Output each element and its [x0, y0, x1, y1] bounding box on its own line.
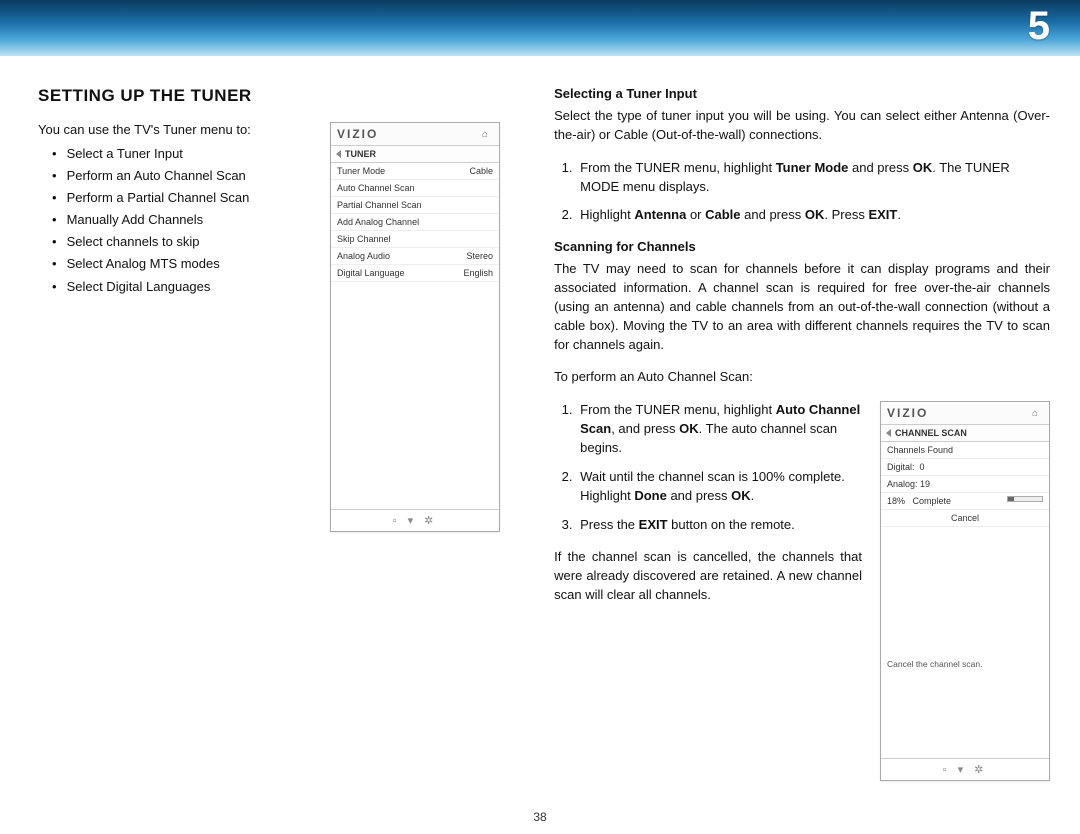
feature-list: Select a Tuner Input Perform an Auto Cha… [46, 143, 300, 298]
home-icon: ⌂ [482, 129, 493, 140]
subheading: Selecting a Tuner Input [554, 86, 1050, 101]
paragraph: To perform an Auto Channel Scan: [554, 368, 1050, 387]
menu-row: Auto Channel Scan [331, 180, 499, 197]
brand-logo: VIZIO [337, 127, 378, 141]
left-column: SETTING UP THE TUNER You can use the TV'… [38, 86, 504, 781]
list-item: Select Analog MTS modes [46, 253, 300, 275]
chapter-number: 5 [1028, 4, 1050, 49]
breadcrumb: CHANNEL SCAN [881, 425, 1049, 442]
list-item: Perform an Auto Channel Scan [46, 165, 300, 187]
channel-scan-panel: VIZIO ⌂ CHANNEL SCAN Channels Found Digi… [880, 401, 1050, 781]
step: Wait until the channel scan is 100% comp… [576, 468, 862, 506]
step: From the TUNER menu, highlight Auto Chan… [576, 401, 862, 458]
list-item: Select Digital Languages [46, 276, 300, 298]
back-icon [886, 429, 891, 437]
menu-header: VIZIO ⌂ [331, 123, 499, 146]
menu-row: Digital LanguageEnglish [331, 265, 499, 282]
menu-row: Digital: 0 [881, 459, 1049, 476]
paragraph: If the channel scan is cancelled, the ch… [554, 548, 862, 605]
menu-row: Channels Found [881, 442, 1049, 459]
step: Press the EXIT button on the remote. [576, 516, 862, 535]
menu-footer-icons: ▫ ▾ ✲ [331, 509, 499, 531]
menu-row: Skip Channel [331, 231, 499, 248]
right-column: Selecting a Tuner Input Select the type … [554, 86, 1050, 781]
page-content: SETTING UP THE TUNER You can use the TV'… [0, 56, 1080, 791]
step: Highlight Antenna or Cable and press OK.… [576, 206, 1050, 225]
intro-text: You can use the TV's Tuner menu to: [38, 122, 300, 137]
tuner-menu-panel: VIZIO ⌂ TUNER Tuner ModeCable Auto Chann… [330, 122, 500, 532]
list-item: Perform a Partial Channel Scan [46, 187, 300, 209]
subheading: Scanning for Channels [554, 239, 1050, 254]
back-icon [336, 150, 341, 158]
cancel-row: Cancel [881, 510, 1049, 527]
breadcrumb-label: CHANNEL SCAN [895, 428, 967, 438]
breadcrumb: TUNER [331, 146, 499, 163]
hint-text: Cancel the channel scan. [881, 647, 1049, 681]
home-icon: ⌂ [1032, 408, 1043, 419]
list-item: Select channels to skip [46, 231, 300, 253]
paragraph: The TV may need to scan for channels bef… [554, 260, 1050, 354]
step: From the TUNER menu, highlight Tuner Mod… [576, 159, 1050, 197]
progress-row: 18% Complete [881, 493, 1049, 510]
menu-row: Add Analog Channel [331, 214, 499, 231]
progress-bar [1007, 496, 1043, 502]
steps-list: From the TUNER menu, highlight Tuner Mod… [576, 159, 1050, 226]
section-title: SETTING UP THE TUNER [38, 86, 504, 106]
page-number: 38 [533, 810, 546, 824]
menu-footer-icons: ▫ ▾ ✲ [881, 758, 1049, 780]
list-item: Select a Tuner Input [46, 143, 300, 165]
paragraph: Select the type of tuner input you will … [554, 107, 1050, 145]
menu-header: VIZIO ⌂ [881, 402, 1049, 425]
chapter-banner: 5 [0, 0, 1080, 56]
breadcrumb-label: TUNER [345, 149, 376, 159]
menu-row: Analog: 19 [881, 476, 1049, 493]
menu-row: Analog AudioStereo [331, 248, 499, 265]
list-item: Manually Add Channels [46, 209, 300, 231]
menu-row: Tuner ModeCable [331, 163, 499, 180]
menu-row: Partial Channel Scan [331, 197, 499, 214]
brand-logo: VIZIO [887, 406, 928, 420]
steps-list: From the TUNER menu, highlight Auto Chan… [576, 401, 862, 534]
